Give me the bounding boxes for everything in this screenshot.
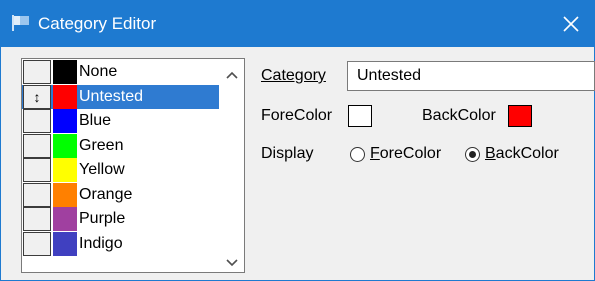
radio-display-forecolor[interactable]: ForeColor <box>350 144 441 164</box>
list-item-label: Untested <box>79 87 144 105</box>
display-label: Display <box>261 145 314 162</box>
list-item-label: Blue <box>79 112 112 129</box>
row-drag-handle[interactable] <box>23 109 51 133</box>
color-swatch <box>53 231 77 256</box>
color-swatch <box>53 109 77 133</box>
forecolor-swatch[interactable] <box>348 105 372 127</box>
backcolor-label: BackColor <box>422 107 496 124</box>
list-item[interactable]: Purple <box>22 207 219 232</box>
dialog-client-area: None ↕ Untested Blue Green Yellow Orange Purple… <box>1 47 595 280</box>
list-item-label: None <box>79 63 118 80</box>
chevron-down-icon <box>226 259 238 267</box>
color-swatch <box>53 84 77 109</box>
radio-circle-icon <box>350 146 365 162</box>
category-editor-window: Category Editor None ↕ Untested Blue Gre… <box>0 0 595 281</box>
row-drag-handle[interactable]: ↕ <box>23 84 51 109</box>
color-swatch <box>53 158 77 182</box>
list-item[interactable]: Indigo <box>22 231 219 257</box>
backcolor-swatch[interactable] <box>508 105 532 127</box>
flag-icon <box>12 15 29 31</box>
scroll-up-button[interactable] <box>220 63 244 87</box>
close-icon <box>563 16 579 32</box>
row-drag-handle[interactable] <box>23 182 51 207</box>
scroll-down-button[interactable] <box>220 251 244 272</box>
radio-circle-icon <box>465 146 480 162</box>
list-item[interactable]: Orange <box>22 182 219 208</box>
category-label: Category <box>261 66 326 86</box>
radio-forecolor-label: ForeColor <box>370 145 441 163</box>
category-input[interactable] <box>347 61 595 91</box>
color-swatch <box>53 207 77 231</box>
row-drag-handle[interactable] <box>23 133 51 158</box>
row-drag-handle[interactable] <box>23 60 51 84</box>
forecolor-label: ForeColor <box>261 107 333 124</box>
color-swatch <box>53 60 77 84</box>
list-item[interactable]: Green <box>22 133 219 159</box>
list-item-label: Yellow <box>79 161 125 178</box>
radio-forecolor-mnemonic: F <box>370 145 380 162</box>
list-item-label: Indigo <box>79 234 123 252</box>
category-label-text: Category <box>261 67 326 84</box>
title-bar[interactable]: Category Editor <box>1 1 594 47</box>
close-button[interactable] <box>548 1 594 47</box>
radio-backcolor-mnemonic: B <box>485 145 496 162</box>
row-drag-handle[interactable] <box>23 207 51 231</box>
updown-arrow-icon: ↕ <box>33 88 41 105</box>
row-drag-handle[interactable] <box>23 158 51 182</box>
category-listbox[interactable]: None ↕ Untested Blue Green Yellow Orange Purple… <box>21 58 245 273</box>
list-item[interactable]: ↕ Untested <box>22 84 219 109</box>
radio-forecolor-rest: oreColor <box>379 145 442 162</box>
list-item-label: Orange <box>79 185 133 203</box>
radio-display-backcolor[interactable]: BackColor <box>465 144 559 164</box>
list-item[interactable]: Blue <box>22 109 219 134</box>
row-drag-handle[interactable] <box>23 231 51 256</box>
color-swatch <box>53 133 77 158</box>
window-title: Category Editor <box>38 14 157 33</box>
radio-backcolor-label: BackColor <box>485 145 559 163</box>
list-item-label: Purple <box>79 210 126 227</box>
list-item[interactable]: Yellow <box>22 158 219 183</box>
radio-backcolor-rest: ackColor <box>495 145 559 162</box>
color-swatch <box>53 182 77 207</box>
list-item[interactable]: None <box>22 60 219 85</box>
list-item-label: Green <box>79 136 124 154</box>
vertical-scrollbar[interactable] <box>220 59 244 272</box>
chevron-up-icon <box>226 71 238 79</box>
